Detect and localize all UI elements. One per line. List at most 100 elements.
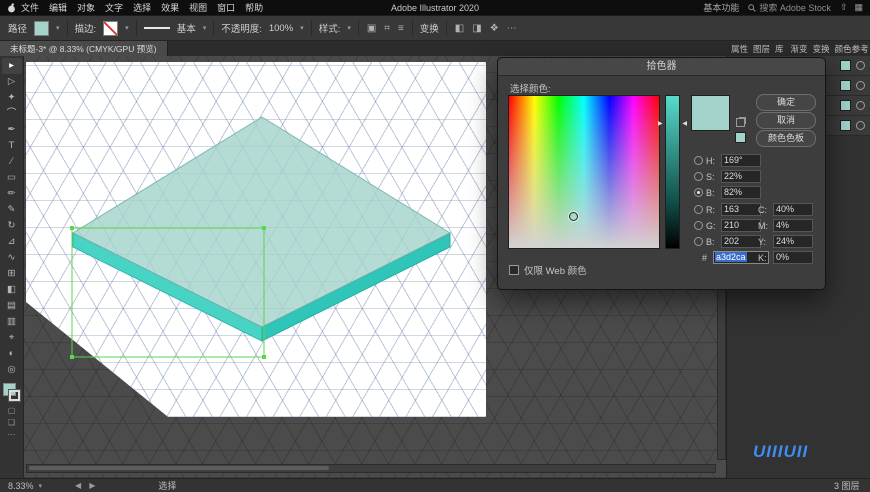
eyedropper-tool[interactable]: ⌖ [2, 330, 22, 346]
pen-tool[interactable]: ✒ [2, 122, 22, 138]
web-gamut-cube-icon[interactable] [736, 118, 745, 127]
stock-search[interactable]: 搜索 Adobe Stock [748, 1, 831, 14]
stroke-caret-icon[interactable]: ▾ [125, 24, 129, 32]
menu-item-1[interactable]: 编辑 [44, 1, 72, 14]
m-input[interactable]: 4% [773, 219, 813, 232]
b2-input[interactable]: 202 [721, 235, 761, 248]
dialog-title[interactable]: 拾色器 [498, 58, 825, 76]
align-horizontal-icon[interactable]: ◧ [454, 23, 465, 34]
layer-target-circle-icon[interactable] [856, 81, 865, 90]
paintbrush-tool[interactable]: ✏ [2, 186, 22, 202]
width-tool[interactable]: ∿ [2, 250, 22, 266]
gradient-tool[interactable]: ▥ [2, 314, 22, 330]
c-input[interactable]: 40% [773, 203, 813, 216]
opacity-value[interactable]: 100% [269, 23, 293, 34]
zoom-level[interactable]: 8.33% [8, 481, 34, 491]
radio-r[interactable] [694, 205, 703, 214]
brush-caret-icon[interactable]: ▾ [203, 24, 207, 32]
add-to-swatches-chip[interactable] [735, 132, 746, 143]
y-input[interactable]: 24% [773, 235, 813, 248]
fill-caret-icon[interactable]: ▾ [56, 24, 60, 32]
workspace-switcher[interactable]: 基本功能 [703, 1, 739, 14]
stroke-indicator-swatch[interactable] [7, 389, 21, 402]
menu-item-0[interactable]: 文件 [16, 1, 44, 14]
menu-item-6[interactable]: 视图 [184, 1, 212, 14]
panel-tab-库[interactable]: 库 [775, 43, 784, 55]
layer-color-swatch[interactable] [840, 80, 851, 91]
panel-tab-颜色参考[interactable]: 颜色参考 [835, 43, 869, 55]
ok-button[interactable]: 确定 [756, 94, 816, 111]
lasso-tool[interactable]: ⌒ [2, 106, 22, 122]
radio-b2[interactable] [694, 237, 703, 246]
zoom-caret-icon[interactable]: ▾ [39, 482, 43, 490]
blend-tool[interactable]: ◐ [2, 346, 22, 362]
layer-color-swatch[interactable] [840, 60, 851, 71]
style-caret-icon[interactable]: ▾ [347, 24, 351, 32]
screen-mode-icon[interactable]: ❏ [8, 418, 15, 427]
share-icon[interactable]: ⇧ [840, 2, 848, 13]
r-input[interactable]: 163 [721, 203, 761, 216]
layer-color-swatch[interactable] [840, 120, 851, 131]
line-segment-tool[interactable]: ∕ [2, 154, 22, 170]
scale-tool[interactable]: ⊿ [2, 234, 22, 250]
menu-item-2[interactable]: 对象 [72, 1, 100, 14]
free-transform-tool[interactable]: ⊞ [2, 266, 22, 282]
selection-handle[interactable] [262, 226, 266, 230]
transform-label[interactable]: 变换 [420, 21, 439, 35]
next-artboard-icon[interactable]: ▶ [89, 481, 95, 490]
menu-item-3[interactable]: 文字 [100, 1, 128, 14]
horizontal-scrollbar-thumb[interactable] [29, 466, 329, 470]
panel-tab-属性[interactable]: 属性 [731, 43, 748, 55]
fill-stroke-indicator[interactable] [2, 383, 21, 403]
apps-icon[interactable]: ▦ [854, 2, 863, 13]
selection-handle[interactable] [70, 226, 74, 230]
radio-h[interactable] [694, 156, 703, 165]
rectangle-tool[interactable]: ▭ [2, 170, 22, 186]
document-setup-icon[interactable]: ▣ [366, 23, 377, 34]
selection-handle[interactable] [262, 355, 266, 359]
slider-marker-left-icon[interactable]: ▶ [658, 120, 663, 127]
slider-marker-right-icon[interactable]: ◀ [682, 120, 687, 127]
cancel-button[interactable]: 取消 [756, 112, 816, 129]
radio-g[interactable] [694, 221, 703, 230]
menu-item-8[interactable]: 帮助 [240, 1, 268, 14]
stroke-color-swatch[interactable] [103, 20, 119, 36]
selection-tool[interactable]: ▸ [1, 58, 22, 74]
prev-artboard-icon[interactable]: ◀ [75, 481, 81, 490]
type-tool[interactable]: T [2, 138, 22, 154]
layer-target-circle-icon[interactable] [856, 61, 865, 70]
toolbar-more-icon[interactable]: ⋯ [8, 430, 16, 439]
iso-box-top-face[interactable] [71, 116, 452, 328]
layer-color-swatch[interactable] [840, 100, 851, 111]
layer-target-circle-icon[interactable] [856, 121, 865, 130]
radio-b-selected[interactable] [694, 188, 703, 197]
radio-s[interactable] [694, 172, 703, 181]
horizontal-scrollbar[interactable] [26, 464, 716, 473]
more-options-icon[interactable]: ⋯ [506, 23, 518, 34]
zoom-tool[interactable]: ◎ [2, 362, 22, 378]
direct-selection-tool[interactable]: ▷ [2, 74, 22, 90]
preferences-icon[interactable]: ⌗ [383, 23, 391, 34]
g-input[interactable]: 210 [721, 219, 761, 232]
s-input[interactable]: 22% [721, 170, 761, 183]
layer-target-circle-icon[interactable] [856, 101, 865, 110]
color-field[interactable] [508, 95, 660, 249]
draw-mode-icon[interactable]: ▢ [8, 406, 16, 415]
magic-wand-tool[interactable]: ✦ [2, 90, 22, 106]
menu-item-4[interactable]: 选择 [128, 1, 156, 14]
document-tab[interactable]: 未标题-3* @ 8.33% (CMYK/GPU 预览) [0, 41, 168, 56]
fill-color-swatch[interactable] [34, 20, 50, 36]
color-field-marker[interactable] [569, 211, 578, 221]
options-menu-icon[interactable]: ≡ [397, 23, 405, 34]
web-only-checkbox[interactable] [509, 265, 519, 275]
brightness-slider[interactable]: ▶ ◀ [658, 95, 687, 249]
h-input[interactable]: 169° [721, 154, 761, 167]
mesh-tool[interactable]: ▤ [2, 298, 22, 314]
opacity-caret-icon[interactable]: ▾ [300, 24, 304, 32]
pencil-tool[interactable]: ✎ [2, 202, 22, 218]
k-input[interactable]: 0% [773, 251, 813, 264]
panel-tab-渐变[interactable]: 渐变 [791, 43, 808, 55]
menu-item-7[interactable]: 窗口 [212, 1, 240, 14]
panel-tab-图层[interactable]: 图层 [753, 43, 770, 55]
apple-icon[interactable] [7, 2, 16, 13]
